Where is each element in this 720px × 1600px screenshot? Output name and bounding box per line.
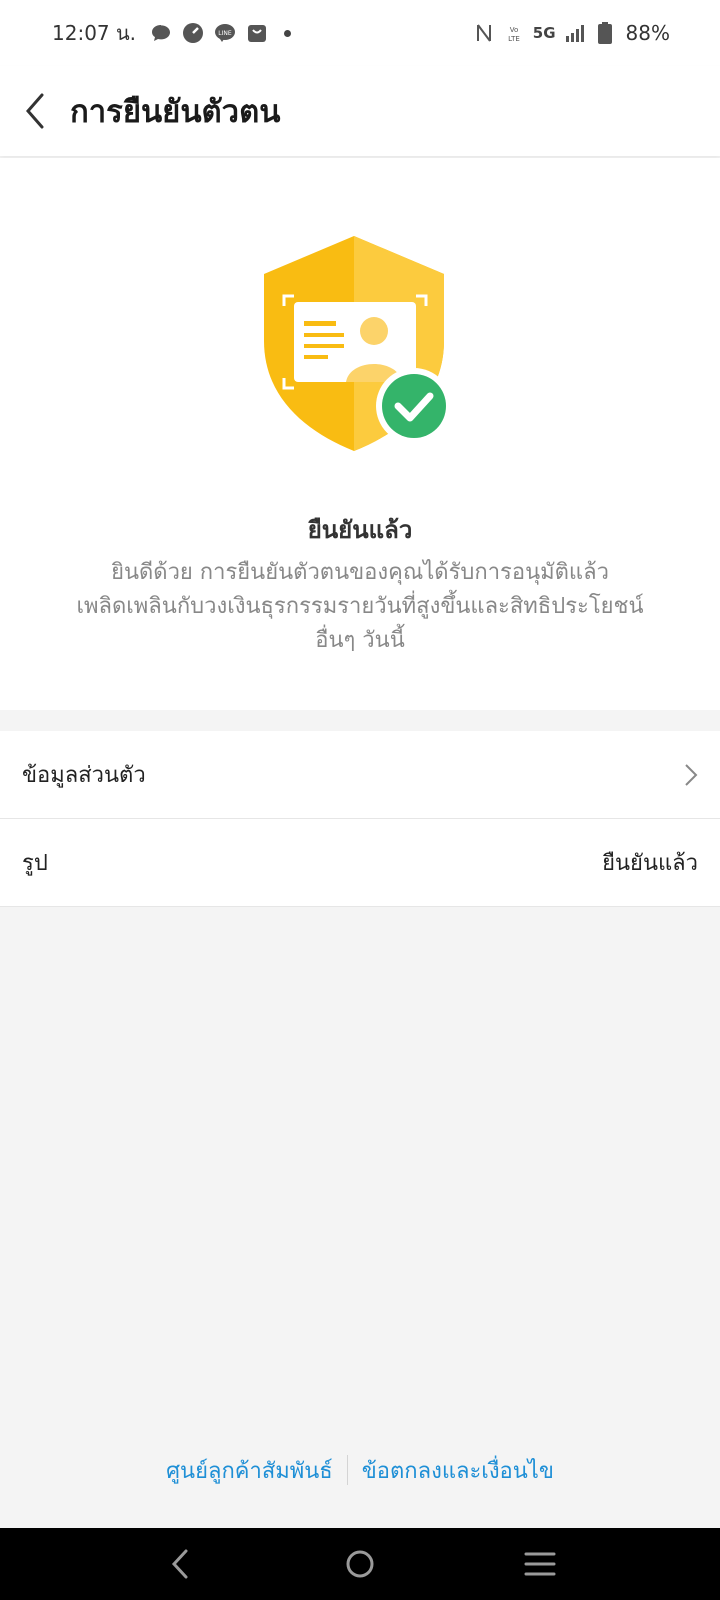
svg-text:LTE: LTE: [508, 35, 520, 43]
nav-back-button[interactable]: [150, 1534, 210, 1594]
message-icon: [150, 22, 172, 44]
network-type: 5G: [532, 24, 556, 42]
nav-back-icon: [171, 1549, 188, 1579]
photo-status: ยืนยันแล้ว: [602, 851, 698, 876]
status-left: 12:07 น. LINE: [52, 17, 292, 49]
nav-home-icon: [346, 1550, 374, 1578]
status-bar: 12:07 น. LINE Vo LTE 5G 88%: [0, 0, 720, 66]
battery-percent: 88%: [625, 21, 670, 45]
signal-icon: [564, 22, 586, 44]
status-right: Vo LTE 5G 88%: [473, 21, 670, 45]
status-time: 12:07 น.: [52, 21, 137, 45]
speedometer-icon: [182, 22, 204, 44]
shopping-bag-icon: [246, 22, 268, 44]
svg-text:LINE: LINE: [218, 30, 232, 37]
footer-links: ศูนย์ลูกค้าสัมพันธ์ ข้อตกลงและเงื่อนไข: [0, 1450, 720, 1490]
svg-text:Vo: Vo: [510, 26, 519, 34]
screen: 12:07 น. LINE Vo LTE 5G 88% การยืนยันตัว…: [0, 0, 720, 1600]
personal-info-label: ข้อมูลส่วนตัว: [22, 763, 146, 788]
nfc-icon: [473, 22, 495, 44]
nav-home-button[interactable]: [330, 1534, 390, 1594]
nav-recents-button[interactable]: [510, 1534, 570, 1594]
verified-shield-icon: [264, 236, 464, 456]
info-list: ข้อมูลส่วนตัว รูป ยืนยันแล้ว: [0, 731, 720, 907]
battery-icon: [594, 22, 616, 44]
page-title: การยืนยันตัวตน: [70, 94, 281, 130]
chevron-left-icon: [26, 93, 44, 129]
back-button[interactable]: [0, 66, 68, 156]
verified-status-title: ยืนยันแล้ว: [307, 516, 413, 544]
system-nav-bar: [0, 1528, 720, 1600]
app-header: การยืนยันตัวตน: [0, 66, 720, 156]
customer-service-link[interactable]: ศูนย์ลูกค้าสัมพันธ์: [166, 1453, 333, 1488]
notification-dot-icon: [284, 29, 292, 37]
chevron-right-icon: [685, 763, 698, 786]
personal-info-row[interactable]: ข้อมูลส่วนตัว: [0, 731, 720, 819]
verified-description: ยินดีด้วย การยืนยันตัวตนของคุณได้รับการอ…: [76, 560, 644, 653]
line-app-icon: LINE: [214, 22, 236, 44]
volte-icon: Vo LTE: [503, 22, 525, 44]
nav-recents-icon: [524, 1552, 556, 1576]
verification-hero: ยืนยันแล้ว ยินดีด้วย การยืนยันตัวตนของคุ…: [0, 158, 720, 710]
photo-label: รูป: [22, 851, 48, 876]
terms-link[interactable]: ข้อตกลงและเงื่อนไข: [362, 1453, 554, 1488]
row-right: [684, 763, 698, 787]
photo-row: รูป ยืนยันแล้ว: [0, 819, 720, 907]
footer-divider: [346, 1455, 348, 1485]
